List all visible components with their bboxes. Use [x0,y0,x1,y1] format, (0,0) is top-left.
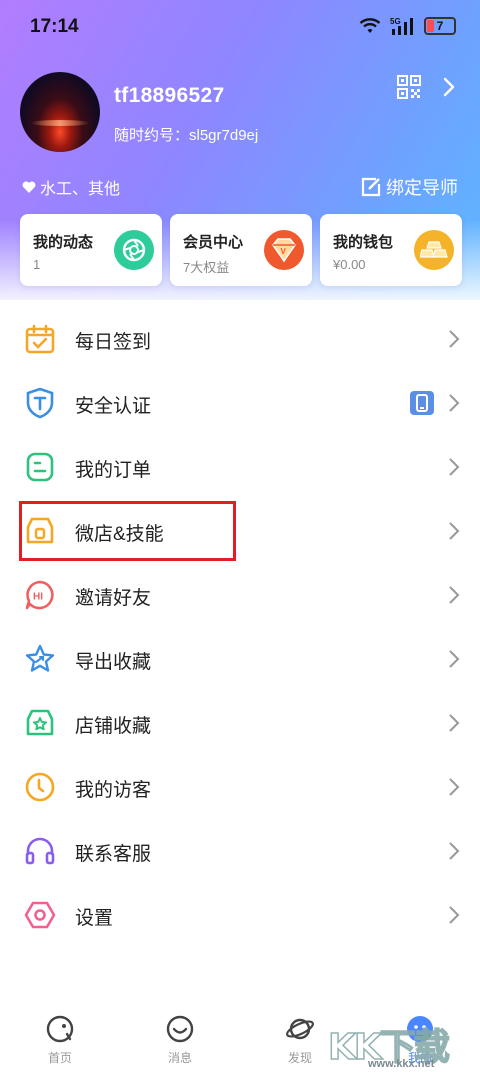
status-time: 17:14 [30,16,79,37]
menu-item-customer-service[interactable]: 联系客服 [0,819,480,883]
chevron-right-icon [449,522,460,540]
clock-icon [25,772,55,802]
card-vip-center[interactable]: 会员中心 7大权益 V [170,214,312,286]
profile-chevron-right-icon[interactable] [440,76,458,98]
shield-t-icon [26,387,54,419]
svg-text:HI: HI [33,592,43,603]
chevron-right-icon [449,394,460,412]
wifi-icon [359,18,381,33]
planet-icon [286,1018,314,1040]
battery-level: 7 [436,19,444,33]
quick-cards: 我的动态 1 会员中心 7大权益 V 我的钱包 ¥0.00 [20,214,462,286]
headset-icon [25,837,55,865]
menu-label: 邀请好友 [75,588,152,609]
message-smile-icon [166,1015,194,1043]
menu-item-store-favorites[interactable]: 店铺收藏 [0,691,480,755]
menu-item-settings[interactable]: 设置 [0,883,480,947]
svg-text:5G: 5G [390,17,401,26]
card-sub: 7大权益 [183,260,230,275]
vip-diamond-icon: V [264,230,304,270]
bind-mentor-button[interactable]: 绑定导师 [360,174,458,200]
chevron-right-icon [449,650,460,668]
tab-home[interactable]: 首页 [0,1002,120,1072]
card-sub: 1 [33,257,41,272]
username: tf18896527 [114,84,225,107]
card-sub: ¥0.00 [333,257,366,272]
order-list-icon [26,452,54,482]
watermark-url: www.kkx.net [368,1058,435,1070]
hi-bubble-icon: HI [25,580,54,610]
card-title: 我的钱包 [333,234,394,251]
menu-label: 我的订单 [75,460,152,481]
menu-item-my-visitors[interactable]: 我的访客 [0,755,480,819]
menu-label: 安全认证 [75,396,152,417]
menu-label: 联系客服 [75,844,152,865]
chevron-right-icon [449,586,460,604]
heart-icon [22,180,36,193]
status-bar: 17:14 5G 7 [0,0,480,56]
chevron-right-icon [449,906,460,924]
calendar-check-icon [25,324,55,354]
menu-item-export-favorites[interactable]: 导出收藏 [0,627,480,691]
menu-item-my-orders[interactable]: 我的订单 [0,435,480,499]
chevron-right-icon [449,842,460,860]
qr-code-icon[interactable] [396,74,422,100]
svg-text:V: V [281,247,287,256]
profile-tags: 水工、其他 [22,175,120,199]
menu-label: 每日签到 [75,332,152,353]
signal-5g-icon: 5G [390,17,413,35]
menu-label: 导出收藏 [75,652,152,673]
home-face-icon [46,1015,74,1043]
bind-mentor-label: 绑定导师 [386,178,458,198]
menu-list: 每日签到 安全认证 我的订单 微店&技能 HI 邀请好友 导出收藏 店铺收藏 我… [0,307,480,947]
avatar[interactable] [20,72,100,152]
edit-icon [361,177,381,197]
menu-item-invite-friends[interactable]: HI 邀请好友 [0,563,480,627]
user-id: 随时约号：sl5gr7d9ej [114,127,259,144]
settings-hex-icon [24,901,56,929]
menu-label: 我的访客 [75,780,152,801]
tab-label: 首页 [47,1051,72,1065]
chevron-right-icon [449,778,460,796]
menu-label: 设置 [75,908,114,929]
tab-label: 消息 [167,1051,192,1065]
phone-badge-icon [410,391,434,415]
card-my-wallet[interactable]: 我的钱包 ¥0.00 [320,214,462,286]
menu-item-security-verify[interactable]: 安全认证 [0,371,480,435]
menu-item-daily-checkin[interactable]: 每日签到 [0,307,480,371]
camera-aperture-icon [114,230,154,270]
star-export-icon [25,644,55,672]
card-my-posts[interactable]: 我的动态 1 [20,214,162,286]
menu-label: 店铺收藏 [75,716,152,737]
store-star-icon [26,709,54,736]
chevron-right-icon [449,714,460,732]
status-icons: 5G 7 [358,16,456,36]
gold-bars-icon [414,230,454,270]
card-title: 我的动态 [33,234,94,251]
tags-text: 水工、其他 [40,181,121,198]
highlight-box [19,501,236,561]
tab-messages[interactable]: 消息 [120,1002,240,1072]
battery-icon: 7 [424,17,456,35]
chevron-right-icon [449,458,460,476]
chevron-right-icon [449,330,460,348]
card-title: 会员中心 [183,234,244,251]
